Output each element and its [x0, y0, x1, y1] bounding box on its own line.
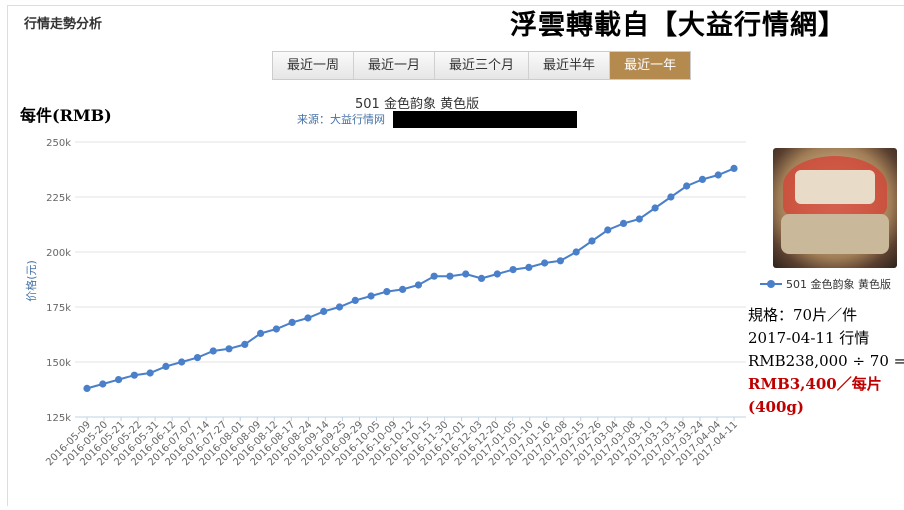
- data-point: [572, 248, 580, 256]
- data-point: [83, 384, 91, 392]
- data-point: [462, 270, 470, 278]
- chart-legend[interactable]: 501 金色韵象 黄色版: [760, 276, 891, 292]
- data-point: [399, 285, 407, 293]
- price-note: 規格：70片／件 2017-04-11 行情 RMB238,000 ÷ 70 =…: [748, 304, 904, 419]
- data-point: [430, 272, 438, 280]
- data-point: [541, 259, 549, 267]
- y-tick-label: 175k: [46, 303, 71, 314]
- note-weight: (400g): [748, 398, 804, 416]
- data-point: [477, 274, 486, 282]
- data-point: [588, 237, 596, 245]
- y-tick-label: 150k: [46, 358, 71, 369]
- data-point: [509, 266, 517, 274]
- data-point: [383, 288, 391, 296]
- data-point: [651, 204, 659, 212]
- data-point: [493, 270, 501, 278]
- data-point: [193, 354, 202, 362]
- tea-cake-label: [795, 170, 875, 204]
- y-axis: 125k 150k 175k 200k 225k 250k: [46, 138, 71, 424]
- legend-marker: [760, 279, 782, 289]
- data-point: [446, 272, 454, 280]
- data-point: [335, 303, 344, 311]
- data-point: [619, 219, 628, 227]
- y-tick-label: 125k: [46, 413, 71, 424]
- data-point: [667, 193, 675, 201]
- data-point: [556, 257, 565, 265]
- y-tick-label: 200k: [46, 248, 71, 259]
- data-point: [367, 292, 375, 300]
- x-axis: 2016-05-092016-05-202016-05-212016-05-22…: [44, 417, 740, 468]
- data-point: [683, 182, 691, 190]
- note-date: 2017-04-11 行情: [748, 329, 870, 347]
- data-point: [304, 314, 312, 322]
- data-point: [99, 380, 107, 388]
- product-photo: [773, 148, 897, 268]
- y-axis-label: 价格(元): [24, 260, 38, 302]
- data-point: [114, 376, 123, 384]
- note-spec: 規格：70片／件: [748, 306, 858, 324]
- data-point: [272, 325, 280, 333]
- data-point: [525, 263, 533, 271]
- data-point: [288, 318, 296, 326]
- note-per-piece: RMB3,400／每片: [748, 375, 882, 393]
- note-calc: RMB238,000 ÷ 70 =: [748, 352, 904, 370]
- chart-grid: [75, 141, 746, 418]
- legend-label: 501 金色韵象 黄色版: [786, 278, 891, 291]
- data-point: [730, 164, 738, 172]
- data-point: [604, 226, 612, 234]
- data-point: [351, 296, 359, 304]
- data-point: [130, 371, 138, 379]
- series-line: [86, 167, 735, 390]
- data-point: [256, 329, 265, 337]
- tea-cake-band: [781, 214, 889, 254]
- data-point: [178, 358, 186, 366]
- data-point: [162, 362, 170, 370]
- y-tick-label: 225k: [46, 193, 71, 204]
- data-point: [714, 171, 722, 179]
- data-point: [414, 281, 422, 289]
- data-point: [241, 340, 249, 348]
- price-line-chart: 125k 150k 175k 200k 225k 250k 2016-05-092016-…: [24, 138, 746, 468]
- data-point: [698, 175, 707, 183]
- y-tick-label: 250k: [46, 138, 71, 149]
- data-point: [320, 307, 328, 315]
- data-point: [209, 347, 217, 355]
- series-points: [83, 164, 738, 392]
- data-point: [225, 345, 233, 353]
- data-point: [635, 215, 643, 223]
- data-point: [146, 369, 154, 377]
